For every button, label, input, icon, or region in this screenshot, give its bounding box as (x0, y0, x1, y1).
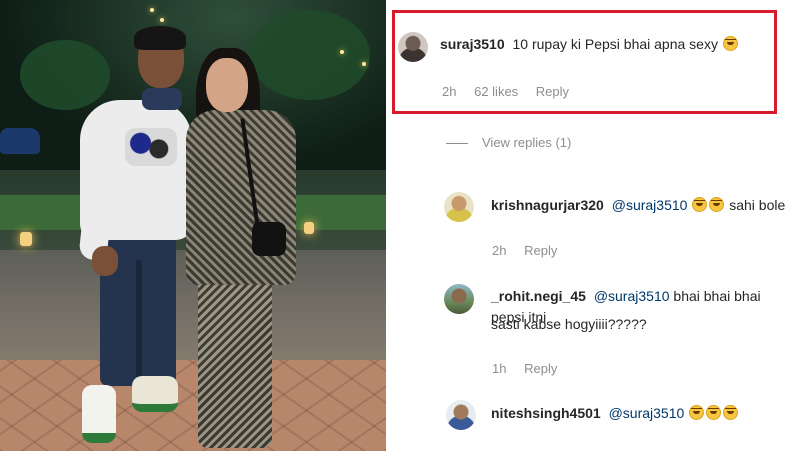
reply-button[interactable]: Reply (524, 243, 557, 258)
comment-meta: 2h 62 likes Reply (442, 84, 583, 99)
photo-lamp (304, 222, 314, 234)
grinning-sweat-emoji (706, 405, 722, 420)
photo-light (340, 50, 344, 54)
reply-button[interactable]: Reply (536, 84, 569, 99)
photo-lamp (20, 232, 32, 246)
comment-time: 1h (492, 361, 507, 376)
comment-username[interactable]: _rohit.negi_45 (491, 288, 586, 304)
comment-meta: 2h Reply (492, 243, 571, 258)
comment-mention[interactable]: @suraj3510 (609, 405, 685, 421)
handbag (252, 222, 286, 256)
comment-text: suraj3510 10 rupay ki Pepsi bhai apna se… (440, 34, 739, 55)
face-mask (142, 88, 182, 110)
comments-panel: suraj3510 10 rupay ki Pepsi bhai apna se… (386, 0, 800, 451)
reply-button[interactable]: Reply (524, 361, 557, 376)
avatar[interactable] (398, 32, 428, 62)
hoodie-graphic (125, 128, 177, 166)
comment-username[interactable]: suraj3510 (440, 36, 505, 52)
photo-tree (250, 10, 370, 100)
comment-body: 10 rupay ki Pepsi bhai apna sexy (512, 36, 718, 52)
comment-mention[interactable]: @suraj3510 (594, 288, 670, 304)
grinning-sweat-emoji (692, 197, 708, 212)
comment-body: sahi bole (729, 197, 786, 213)
sneaker (82, 385, 116, 443)
photo-car (0, 128, 40, 154)
view-replies-button[interactable]: View replies (1) (446, 135, 571, 150)
comment-text: krishnagurjar320 @suraj3510 sahi bole (491, 195, 785, 216)
comment-username[interactable]: niteshsingh4501 (491, 405, 601, 421)
avatar[interactable] (444, 192, 474, 222)
grinning-sweat-emoji (709, 197, 725, 212)
divider-line (446, 143, 468, 145)
avatar[interactable] (444, 284, 474, 314)
photo-light (150, 8, 154, 12)
comment-time: 2h (442, 84, 457, 99)
woman-face (206, 58, 248, 112)
photo-light (362, 62, 366, 66)
woman-outfit (186, 110, 296, 285)
comment-text: niteshsingh4501 @suraj3510 (491, 403, 739, 424)
post-photo (0, 0, 386, 451)
grinning-sweat-emoji (689, 405, 705, 420)
photo-tree (20, 40, 110, 110)
woman-pants (198, 278, 272, 448)
grinning-sweat-emoji (722, 36, 738, 51)
comment-likes[interactable]: 62 likes (474, 84, 518, 99)
photo-pavers (0, 360, 386, 451)
sneaker (132, 376, 178, 412)
view-replies-label: View replies (1) (482, 135, 572, 150)
photo-light (160, 18, 164, 22)
comment-mention[interactable]: @suraj3510 (612, 197, 688, 213)
comment-text-line2: sasti kabse hogyiiii????? (491, 316, 647, 332)
comment-meta: 1h Reply (492, 361, 571, 376)
comment-time: 2h (492, 243, 507, 258)
comment-username[interactable]: krishnagurjar320 (491, 197, 604, 213)
avatar[interactable] (446, 400, 476, 430)
grinning-sweat-emoji (723, 405, 739, 420)
